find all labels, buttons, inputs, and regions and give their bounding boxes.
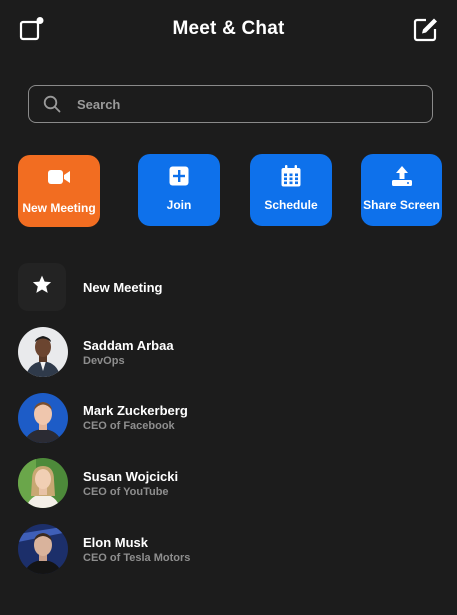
app-window: Meet & Chat New Meeting	[0, 0, 457, 615]
contact-row[interactable]: Elon Musk CEO of Tesla Motors	[18, 524, 438, 574]
schedule-button[interactable]: Schedule	[250, 154, 332, 226]
contact-role: CEO of YouTube	[83, 486, 169, 498]
search-icon	[43, 95, 61, 113]
star-icon	[31, 274, 53, 301]
upload-icon	[391, 165, 413, 192]
video-camera-icon	[47, 168, 71, 191]
search-input[interactable]	[77, 92, 417, 116]
contact-name: Elon Musk	[83, 535, 149, 550]
new-meeting-label: New Meeting	[22, 201, 96, 215]
contact-role: CEO of Tesla Motors	[83, 552, 191, 564]
avatar	[18, 393, 68, 443]
compose-icon[interactable]	[413, 16, 439, 42]
search-bar[interactable]	[28, 85, 433, 123]
contact-name: Saddam Arbaa	[83, 338, 174, 353]
schedule-label: Schedule	[264, 198, 318, 212]
page-title: Meet & Chat	[172, 18, 285, 39]
join-label: Join	[166, 198, 192, 212]
contact-row[interactable]: Saddam Arbaa DevOps	[18, 327, 438, 377]
list-item-new-meeting[interactable]: New Meeting	[18, 263, 438, 313]
avatar	[18, 327, 68, 377]
contact-name: Mark Zuckerberg	[83, 403, 188, 418]
contact-name: Susan Wojcicki	[83, 469, 179, 484]
join-button[interactable]: Join	[138, 154, 220, 226]
share-screen-label: Share Screen	[363, 198, 440, 212]
contact-row[interactable]: Susan Wojcicki CEO of YouTube	[18, 458, 438, 508]
star-tile	[18, 263, 66, 311]
contact-role: DevOps	[83, 355, 125, 367]
plus-square-icon	[169, 166, 189, 191]
new-meeting-entry-label: New Meeting	[83, 280, 163, 295]
contact-row[interactable]: Mark Zuckerberg CEO of Facebook	[18, 393, 438, 443]
avatar	[18, 458, 68, 508]
calendar-icon	[281, 164, 301, 192]
share-screen-button[interactable]: Share Screen	[361, 154, 442, 226]
header: Meet & Chat	[0, 0, 457, 60]
avatar	[18, 524, 68, 574]
contact-role: CEO of Facebook	[83, 420, 175, 432]
new-meeting-button[interactable]: New Meeting	[18, 155, 100, 227]
